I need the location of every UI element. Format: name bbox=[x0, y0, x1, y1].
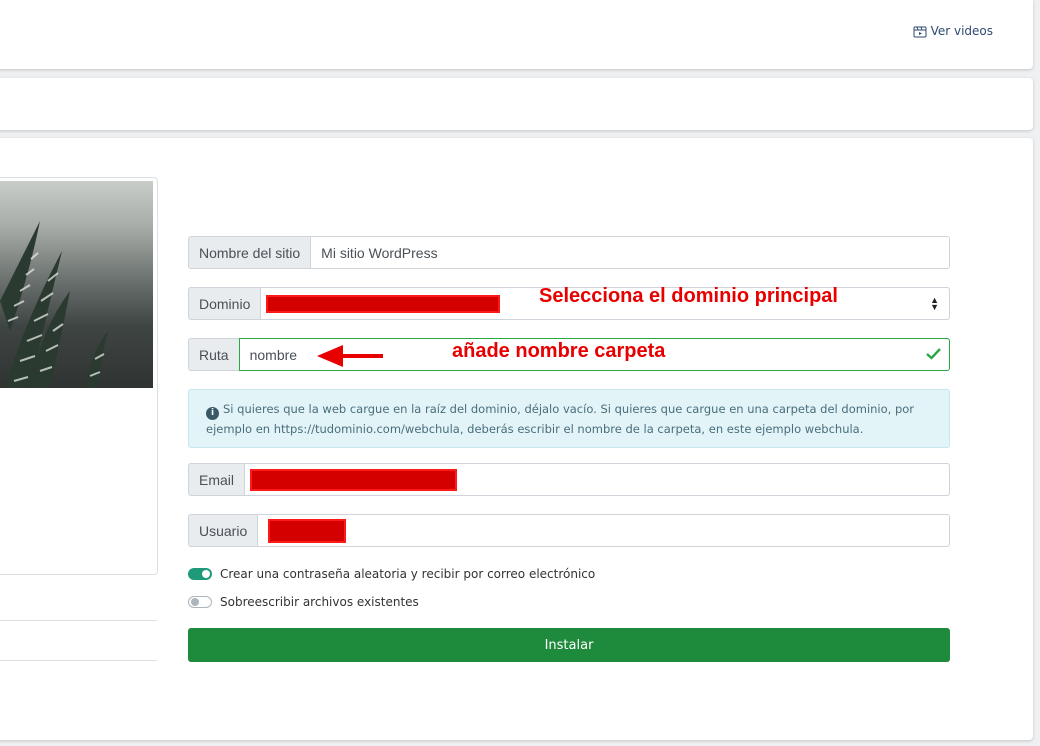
divider bbox=[0, 660, 157, 661]
password-toggle-label: Crear una contraseña aleatoria y recibir… bbox=[220, 567, 596, 581]
email-group: Email bbox=[188, 463, 950, 496]
password-toggle[interactable] bbox=[188, 568, 212, 580]
password-toggle-row[interactable]: Crear una contraseña aleatoria y recibir… bbox=[188, 567, 595, 581]
check-icon bbox=[926, 348, 941, 360]
overwrite-toggle-row[interactable]: Sobreescribir archivos existentes bbox=[188, 595, 419, 609]
user-input[interactable] bbox=[257, 514, 950, 547]
ver-videos-label: Ver videos bbox=[930, 24, 993, 38]
preview-image bbox=[0, 181, 153, 388]
redaction-box bbox=[266, 294, 501, 313]
install-button[interactable]: Instalar bbox=[188, 628, 950, 662]
overwrite-toggle-label: Sobreescribir archivos existentes bbox=[220, 595, 419, 609]
select-arrows-icon: ▲ ▼ bbox=[930, 295, 939, 312]
info-text: Si quieres que la web cargue en la raíz … bbox=[206, 402, 915, 436]
overwrite-toggle[interactable] bbox=[188, 596, 212, 608]
site-name-input[interactable]: Mi sitio WordPress bbox=[310, 236, 950, 269]
redaction-box bbox=[268, 518, 347, 543]
user-label: Usuario bbox=[188, 514, 258, 547]
divider bbox=[0, 620, 157, 621]
top-bar bbox=[0, 0, 1033, 69]
annotation-path: añade nombre carpeta bbox=[452, 340, 666, 362]
site-name-value: Mi sitio WordPress bbox=[321, 244, 438, 261]
ver-videos-link[interactable]: Ver videos bbox=[913, 24, 993, 38]
email-input[interactable] bbox=[244, 463, 950, 496]
annotation-domain: Selecciona el dominio principal bbox=[539, 285, 838, 307]
path-value: nombre bbox=[249, 346, 298, 363]
video-icon bbox=[913, 25, 927, 38]
domain-label: Dominio bbox=[188, 287, 261, 320]
email-label: Email bbox=[188, 463, 245, 496]
site-name-label: Nombre del sitio bbox=[188, 236, 311, 269]
info-icon: i bbox=[206, 407, 219, 420]
annotation-arrow-icon bbox=[317, 345, 383, 367]
sub-bar bbox=[0, 78, 1033, 130]
path-label: Ruta bbox=[188, 338, 239, 371]
site-name-group: Nombre del sitio Mi sitio WordPress bbox=[188, 236, 950, 269]
info-alert: i Si quieres que la web cargue en la raíz… bbox=[188, 389, 950, 448]
user-group: Usuario bbox=[188, 514, 950, 547]
redaction-box bbox=[250, 468, 458, 491]
